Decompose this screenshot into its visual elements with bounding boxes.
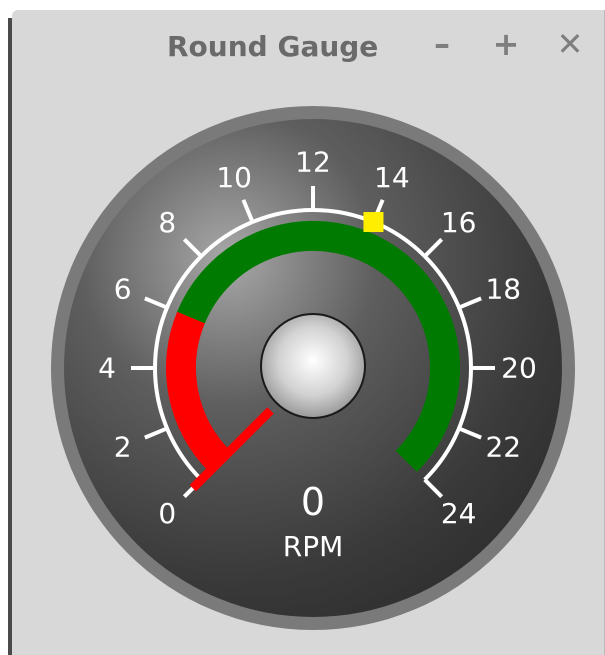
value-marker [363,212,384,233]
unit-label: RPM [283,530,344,563]
tick-label: 20 [501,352,537,385]
tick-label: 4 [98,352,116,385]
tick-label: 18 [485,273,521,306]
gauge-hub [260,313,366,419]
tick-label: 8 [158,206,176,239]
value-readout: 0 [301,480,325,524]
tick-label: 12 [295,146,331,179]
tick-label: 22 [485,430,521,463]
tick-label: 6 [114,273,132,306]
tick-label: 0 [158,497,176,530]
tick-label: 10 [216,161,252,194]
tick-label: 14 [374,161,410,194]
tick-label: 24 [441,497,477,530]
tick-label: 16 [441,206,477,239]
round-gauge: 0246810 12 141618202224 0 RPM [51,106,575,630]
tick-label: 2 [114,430,132,463]
